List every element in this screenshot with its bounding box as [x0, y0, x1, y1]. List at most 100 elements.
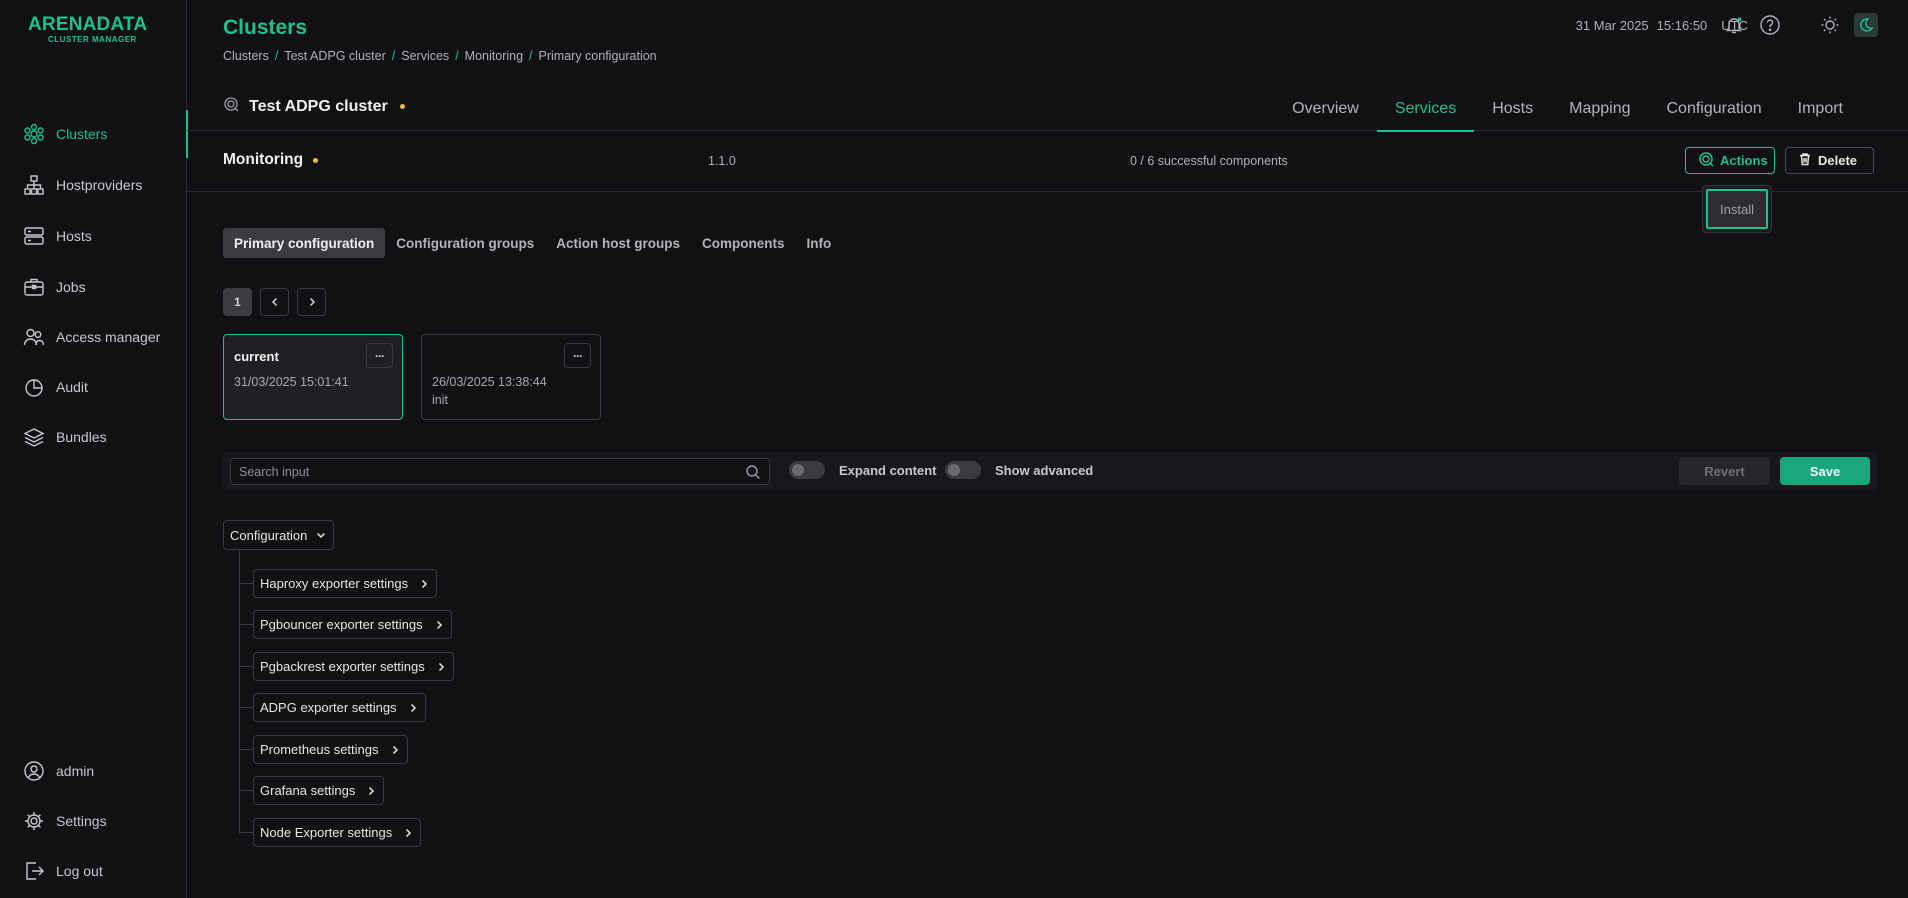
subtab-info[interactable]: Info	[796, 228, 843, 258]
moon-icon[interactable]	[1854, 13, 1878, 37]
chevron-left-icon	[271, 297, 277, 307]
config-card[interactable]: 26/03/2025 13:38:44 init ···	[421, 334, 601, 420]
tab-overview[interactable]: Overview	[1274, 86, 1377, 131]
service-name: Monitoring	[223, 151, 304, 168]
subtab-configuration-groups[interactable]: Configuration groups	[385, 228, 545, 258]
breadcrumb-item-current: Primary configuration	[538, 49, 657, 63]
sidebar-item-label: Bundles	[56, 429, 107, 445]
search-input[interactable]	[239, 464, 745, 479]
tree-node-prometheus[interactable]: Prometheus settings	[239, 735, 408, 764]
subtab-components[interactable]: Components	[691, 228, 796, 258]
subtab-action-host-groups[interactable]: Action host groups	[545, 228, 691, 258]
date: 31 Mar 2025	[1575, 18, 1649, 33]
tree-node-pgbouncer-exporter[interactable]: Pgbouncer exporter settings	[239, 610, 452, 639]
tree-node-label: Pgbackrest exporter settings	[260, 659, 425, 674]
next-page-button[interactable]	[297, 288, 326, 316]
sidebar-item-settings[interactable]: Settings	[0, 801, 187, 841]
config-toolbar: Expand content Show advanced Revert Save	[223, 452, 1877, 490]
sidebar-item-label: admin	[56, 763, 95, 779]
sidebar-item-hostproviders[interactable]: Hostproviders	[0, 165, 187, 205]
breadcrumb-separator: /	[391, 49, 396, 63]
search-icon	[746, 464, 760, 479]
sidebar-item-bundles[interactable]: Bundles	[0, 417, 187, 457]
sidebar-item-access-manager[interactable]: Access manager	[0, 317, 187, 357]
sidebar-item-logout[interactable]: Log out	[0, 851, 187, 891]
tree-node-label: Haproxy exporter settings	[260, 576, 409, 591]
breadcrumb-item[interactable]: Services	[401, 49, 449, 63]
sidebar-item-label: Settings	[56, 813, 107, 829]
sidebar-item-label: Hostproviders	[56, 177, 143, 193]
chevron-right-icon	[422, 579, 428, 588]
sidebar-item-clusters[interactable]: Clusters	[0, 110, 188, 158]
service-status-dot	[313, 157, 319, 163]
tab-configuration[interactable]: Configuration	[1648, 86, 1779, 131]
configuration-tree-root[interactable]: Configuration	[223, 520, 335, 550]
config-card-date: 31/03/2025 15:01:41	[234, 375, 349, 389]
user-icon	[22, 759, 46, 783]
show-advanced-toggle[interactable]	[945, 461, 981, 479]
clusters-icon	[22, 122, 46, 146]
breadcrumb-item[interactable]: Clusters	[223, 49, 269, 63]
sidebar-item-label: Access manager	[56, 329, 161, 345]
chevron-right-icon	[369, 786, 375, 795]
tree-node-grafana[interactable]: Grafana settings	[238, 776, 385, 805]
sidebar-item-audit[interactable]: Audit	[0, 367, 187, 407]
sidebar-item-label: Hosts	[56, 228, 92, 244]
tab-services[interactable]: Services	[1376, 86, 1475, 132]
actions-label: Actions	[1720, 153, 1768, 168]
sidebar-item-admin[interactable]: admin	[0, 751, 187, 791]
sidebar-item-label: Log out	[56, 863, 103, 879]
sidebar-item-jobs[interactable]: Jobs	[0, 267, 187, 307]
page-button[interactable]: 1	[223, 288, 252, 316]
chevron-right-icon	[309, 297, 315, 307]
sun-icon[interactable]	[1818, 13, 1842, 37]
breadcrumb: Clusters / Test ADPG cluster / Services …	[223, 49, 657, 63]
subtab-primary-configuration[interactable]: Primary configuration	[223, 228, 386, 258]
tree-node-label: ADPG exporter settings	[260, 700, 397, 715]
tree-node-label: Node Exporter settings	[260, 825, 393, 840]
chevron-down-icon	[317, 532, 326, 539]
actions-dropdown: Install	[1702, 185, 1772, 233]
cluster-name: Test ADPG cluster	[249, 97, 388, 115]
sidebar-item-label: Clusters	[56, 126, 108, 142]
config-card-menu-button[interactable]: ···	[564, 343, 591, 368]
prev-page-button[interactable]	[260, 288, 289, 316]
bell-icon[interactable]	[1722, 13, 1746, 37]
jobs-icon	[22, 275, 46, 299]
sidebar-item-label: Jobs	[56, 279, 86, 295]
sidebar: ARENADATA CLUSTER MANAGER Clusters Hostp…	[0, 0, 188, 898]
logout-icon	[22, 859, 46, 883]
bundles-icon	[22, 425, 46, 449]
tree-node-node-exporter[interactable]: Node Exporter settings	[238, 818, 422, 847]
delete-button[interactable]: Delete	[1785, 147, 1874, 174]
tab-hosts[interactable]: Hosts	[1474, 86, 1551, 131]
help-icon[interactable]	[1758, 13, 1782, 37]
tree-node-haproxy-exporter[interactable]: Haproxy exporter settings	[238, 569, 438, 598]
config-card-menu-button[interactable]: ···	[366, 343, 393, 368]
actions-button[interactable]: Actions	[1685, 147, 1775, 174]
expand-content-toggle[interactable]	[789, 461, 825, 479]
chevron-right-icon	[410, 703, 416, 712]
chevron-right-icon	[406, 828, 412, 837]
logo[interactable]: ARENADATA CLUSTER MANAGER	[28, 14, 158, 46]
chevron-right-icon	[436, 620, 442, 629]
save-button[interactable]: Save	[1780, 457, 1870, 485]
breadcrumb-separator: /	[274, 49, 279, 63]
config-card-current[interactable]: current 31/03/2025 15:01:41 ···	[223, 334, 403, 420]
revert-button[interactable]: Revert	[1679, 457, 1770, 485]
breadcrumb-item[interactable]: Test ADPG cluster	[284, 49, 385, 63]
tree-node-adpg-exporter[interactable]: ADPG exporter settings	[239, 693, 426, 722]
tab-import[interactable]: Import	[1780, 86, 1861, 131]
sidebar-item-hosts[interactable]: Hosts	[0, 216, 187, 256]
service-subtabs: Primary configuration Configuration grou…	[223, 228, 842, 258]
access-manager-icon	[22, 325, 46, 349]
chevron-right-icon	[438, 662, 444, 671]
tab-mapping[interactable]: Mapping	[1551, 86, 1648, 131]
cluster-header: Test ADPG cluster Overview Services Host…	[187, 86, 1908, 132]
dropdown-item-install[interactable]: Install	[1706, 189, 1768, 229]
cluster-title: Test ADPG cluster	[223, 96, 405, 117]
page-title: Clusters	[223, 16, 308, 39]
breadcrumb-item[interactable]: Monitoring	[465, 49, 523, 63]
tree-node-pgbackrest-exporter[interactable]: Pgbackrest exporter settings	[239, 652, 454, 681]
actions-icon	[1698, 151, 1714, 170]
